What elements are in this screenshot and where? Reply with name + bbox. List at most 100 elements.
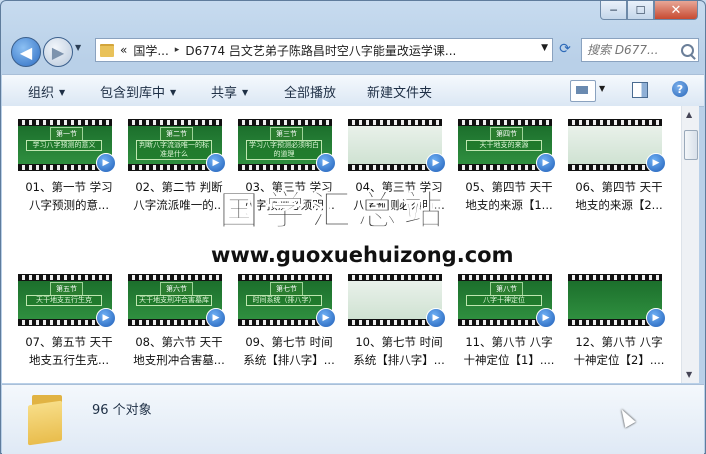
back-button[interactable]: ◀: [11, 37, 41, 67]
recent-pages-dropdown[interactable]: ▼: [75, 43, 81, 52]
file-name: 09、第七节 时间 系统【排八字】...: [236, 333, 342, 369]
file-item[interactable]: 第六节 天干地支刑冲合害墓库 ▶ 08、第六节 天干 地支刑冲合害墓...: [126, 271, 232, 396]
file-item[interactable]: ▶ 12、第八节 八字 十神定位【2】....: [566, 271, 672, 396]
slide-section-tag: 第四节: [490, 127, 523, 141]
slide-section-tag: 第七节: [270, 282, 303, 296]
file-item[interactable]: 第五节 天干地支五行生克 ▶ 07、第五节 天干 地支五行生克...: [16, 271, 122, 396]
media-player-icon: ▶: [96, 308, 116, 328]
file-name: 06、第四节 天干 地支的来源【2...: [566, 178, 672, 214]
slide-title: 天干地支五行生克: [26, 295, 102, 306]
view-options-dropdown[interactable]: ▼: [599, 84, 605, 93]
file-name-line2: 地支刑冲合害墓...: [133, 353, 225, 367]
breadcrumb-separator[interactable]: ▸: [175, 45, 180, 55]
command-bar: 组织 ▼ 包含到库中 ▼ 共享 ▼ 全部播放 新建文件夹 ▼ ?: [2, 74, 704, 107]
file-item[interactable]: 第一节 学习八字预测的意义 ▶ 01、第一节 学习 八字预测的意...: [16, 116, 122, 241]
file-name-line2: 地支五行生克...: [29, 353, 109, 367]
address-bar[interactable]: « 国学... ▸ D6774 吕文艺弟子陈路昌时空八字能量改运学课... ▼: [95, 38, 553, 62]
refresh-button[interactable]: ⟳: [555, 38, 575, 60]
file-item[interactable]: 第八节 八字十神定位 ▶ 11、第八节 八字 十神定位【1】....: [456, 271, 562, 396]
file-item[interactable]: 第七节 时间系统（排八字） ▶ 09、第七节 时间 系统【排八字】...: [236, 271, 342, 396]
navigation-bar: ◀ ▶ ▼ « 国学... ▸ D6774 吕文艺弟子陈路昌时空八字能量改运学课…: [9, 35, 699, 67]
address-dropdown-icon[interactable]: ▼: [541, 43, 548, 53]
file-name: 01、第一节 学习 八字预测的意...: [16, 178, 122, 214]
search-box: [581, 38, 699, 62]
maximize-button[interactable]: ☐: [627, 1, 654, 20]
file-name: 05、第四节 天干 地支的来源【1...: [456, 178, 562, 214]
explorer-window: ─ ☐ ✕ ◀ ▶ ▼ « 国学... ▸ D6774 吕文艺弟子陈路昌时空八字…: [0, 0, 706, 454]
back-arrow-icon: ◀: [19, 42, 33, 62]
slide-title: 时间系统（排八字）: [246, 295, 322, 306]
slide-title: 八字十神定位: [466, 295, 542, 306]
file-item[interactable]: ▶ 06、第四节 天干 地支的来源【2...: [566, 116, 672, 241]
file-name-line2: 八字预测的意...: [29, 198, 109, 212]
search-icon[interactable]: [681, 43, 694, 57]
folder-icon: [100, 43, 114, 57]
file-name: 12、第八节 八字 十神定位【2】....: [566, 333, 672, 369]
media-player-icon: ▶: [316, 308, 336, 328]
file-name: 10、第七节 时间 系统【排八字】...: [346, 333, 452, 369]
details-pane: 96 个对象: [2, 384, 704, 454]
media-player-icon: ▶: [536, 308, 556, 328]
file-name-line2: 地支的来源【1...: [465, 198, 553, 212]
file-name-line2: 十神定位【1】....: [463, 353, 555, 367]
organize-menu[interactable]: 组织 ▼: [28, 82, 65, 101]
file-name: 11、第八节 八字 十神定位【1】....: [456, 333, 562, 369]
file-name-line1: 05、第四节 天干: [465, 180, 553, 194]
breadcrumb-overflow[interactable]: «: [120, 43, 127, 57]
file-name-line2: 八字流派唯一的...: [133, 198, 225, 212]
breadcrumb-item-guoxue[interactable]: 国学...: [133, 42, 168, 59]
file-name-line1: 06、第四节 天干: [575, 180, 663, 194]
watermark-title: 国学汇总站: [219, 188, 449, 235]
play-all-button[interactable]: 全部播放: [284, 82, 336, 101]
file-name-line1: 10、第七节 时间: [355, 335, 443, 349]
file-name-line1: 01、第一节 学习: [25, 180, 113, 194]
file-name: 08、第六节 天干 地支刑冲合害墓...: [126, 333, 232, 369]
minimize-button[interactable]: ─: [600, 1, 627, 20]
slide-section-tag: 第八节: [490, 282, 523, 296]
file-name-line1: 11、第八节 八字: [465, 335, 553, 349]
close-button[interactable]: ✕: [654, 1, 698, 20]
refresh-icon: ⟳: [559, 41, 571, 57]
change-view-button[interactable]: [570, 80, 596, 102]
media-player-icon: ▶: [646, 153, 666, 173]
breadcrumb-item-current[interactable]: D6774 吕文艺弟子陈路昌时空八字能量改运学课...: [185, 42, 456, 59]
slide-section-tag: 第一节: [50, 127, 83, 141]
media-player-icon: ▶: [96, 153, 116, 173]
slide-section-tag: 第二节: [160, 127, 193, 141]
file-name-line2: 十神定位【2】....: [573, 353, 665, 367]
chevron-down-icon: ▼: [242, 88, 249, 97]
slide-title: 学习八字预测的意义: [26, 140, 102, 151]
media-player-icon: ▶: [536, 153, 556, 173]
new-folder-button[interactable]: 新建文件夹: [367, 82, 432, 101]
file-name-line2: 系统【排八字】...: [243, 353, 335, 367]
slide-section-tag: 第三节: [270, 127, 303, 141]
search-input[interactable]: [582, 42, 679, 58]
folder-icon: [28, 395, 68, 446]
file-item[interactable]: ▶ 10、第七节 时间 系统【排八字】...: [346, 271, 452, 396]
share-menu[interactable]: 共享 ▼: [211, 82, 248, 101]
help-button[interactable]: ?: [672, 81, 688, 97]
chevron-down-icon: ▼: [170, 88, 177, 97]
media-player-icon: ▶: [316, 153, 336, 173]
file-item[interactable]: 第四节 天干地支的来源 ▶ 05、第四节 天干 地支的来源【1...: [456, 116, 562, 241]
slide-section-tag: 第五节: [50, 282, 83, 296]
file-item[interactable]: 第二节 判断八字流派唯一的标准是什么 ▶ 02、第二节 判断 八字流派唯一的...: [126, 116, 232, 241]
preview-pane-button[interactable]: [632, 82, 648, 98]
include-library-label: 包含到库中: [100, 86, 166, 101]
scroll-down-icon[interactable]: ▼: [686, 370, 692, 379]
media-player-icon: ▶: [646, 308, 666, 328]
media-player-icon: ▶: [426, 153, 446, 173]
media-player-icon: ▶: [206, 308, 226, 328]
share-label: 共享: [211, 86, 238, 101]
media-player-icon: ▶: [426, 308, 446, 328]
organize-label: 组织: [28, 86, 55, 101]
file-name-line2: 地支的来源【2...: [575, 198, 663, 212]
include-library-menu[interactable]: 包含到库中 ▼: [100, 82, 176, 101]
scrollbar-thumb[interactable]: [684, 130, 698, 160]
slide-title: 天干地支的来源: [466, 140, 542, 151]
file-name-line1: 12、第八节 八字: [575, 335, 663, 349]
forward-arrow-icon: ▶: [51, 42, 65, 62]
scroll-up-icon[interactable]: ▲: [686, 110, 692, 119]
vertical-scrollbar[interactable]: ▲ ▼: [681, 106, 699, 383]
forward-button[interactable]: ▶: [43, 37, 73, 67]
